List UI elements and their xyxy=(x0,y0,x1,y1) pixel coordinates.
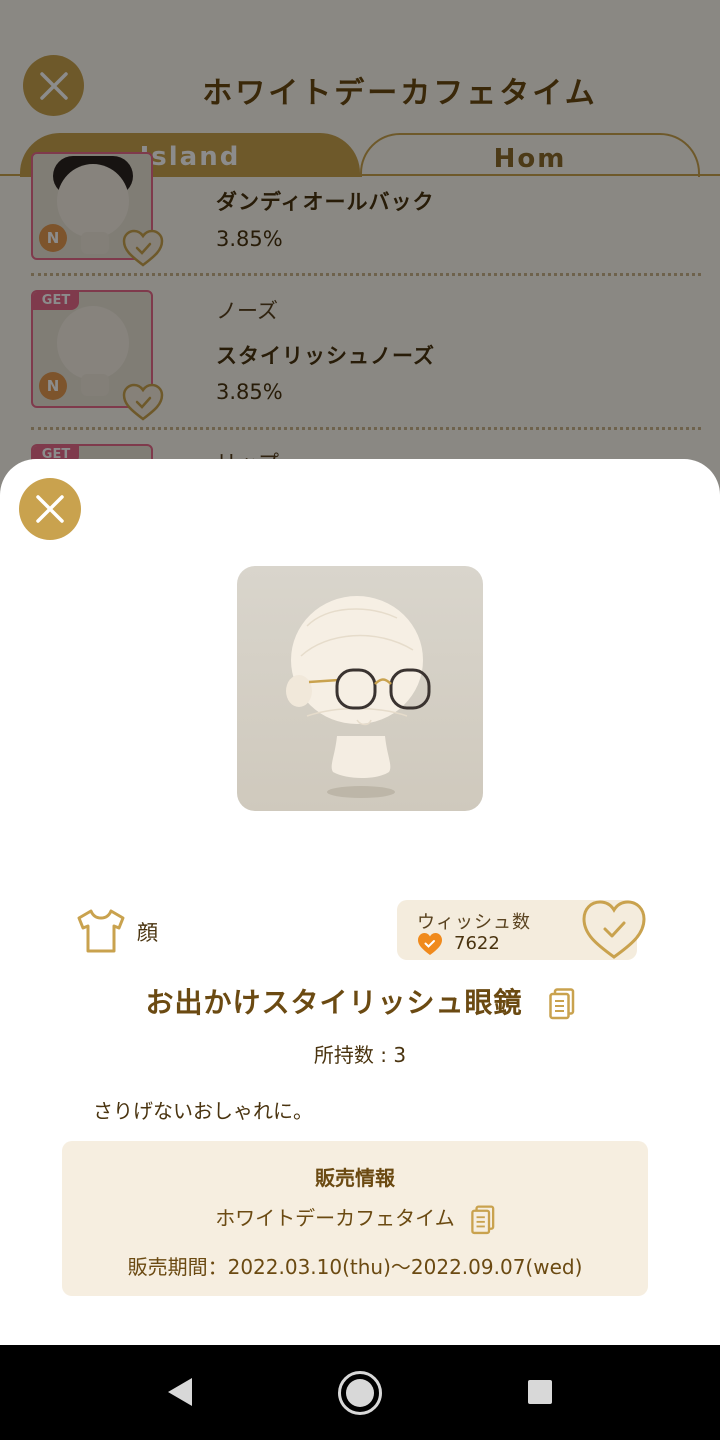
shirt-icon xyxy=(77,909,125,953)
document-icon[interactable] xyxy=(548,988,575,1020)
item-preview-image xyxy=(237,566,483,811)
close-icon xyxy=(36,495,64,523)
wish-count-value: 7622 xyxy=(454,933,500,954)
wish-count-title: ウィッシュ数 xyxy=(417,912,531,933)
item-description: さりげないおしゃれに。 xyxy=(93,1099,313,1123)
back-icon[interactable] xyxy=(166,1376,194,1408)
recent-apps-icon[interactable] xyxy=(528,1380,552,1404)
item-detail-sheet: 顔 ウィッシュ数 7622 お出かけスタイリッシュ眼鏡 所持数 : 3 さりげな… xyxy=(0,459,720,1345)
sale-event-row: ホワイトデーカフェタイム xyxy=(62,1202,648,1235)
sale-event-name: ホワイトデーカフェタイム xyxy=(215,1206,455,1230)
document-icon[interactable] xyxy=(471,1204,495,1235)
item-name-row: お出かけスタイリッシュ眼鏡 xyxy=(0,981,720,1021)
sale-info-box: 販売情報 ホワイトデーカフェタイム 販売期間：2022.03.10(thu)〜2… xyxy=(62,1141,648,1296)
heart-check-icon[interactable] xyxy=(580,899,648,961)
sale-info-title: 販売情報 xyxy=(315,1166,395,1190)
system-navigation-bar xyxy=(0,1345,720,1440)
item-category-label: 顔 xyxy=(137,921,158,945)
item-name: お出かけスタイリッシュ眼鏡 xyxy=(145,986,523,1019)
sale-period: 販売期間：2022.03.10(thu)〜2022.09.07(wed) xyxy=(127,1255,583,1279)
close-button[interactable] xyxy=(19,478,81,540)
heart-icon xyxy=(418,933,442,955)
owned-count: 所持数 : 3 xyxy=(313,1043,407,1067)
home-icon-inner xyxy=(346,1379,374,1407)
glasses-mannequin-illustration xyxy=(286,596,431,798)
home-icon[interactable] xyxy=(338,1371,382,1415)
